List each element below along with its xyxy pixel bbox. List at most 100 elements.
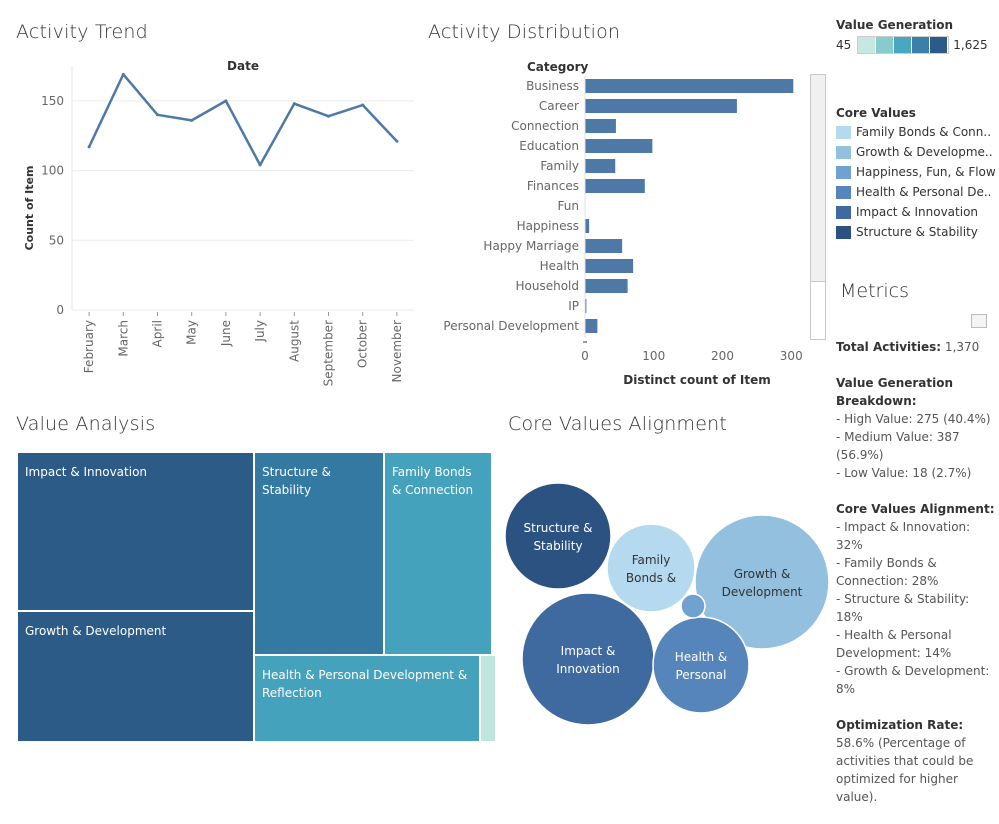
core-values-legend-item[interactable]: Happiness, Fun, & Flow (836, 162, 996, 182)
treemap-cell[interactable] (480, 655, 496, 742)
bar-category-label: Family (540, 159, 579, 173)
core-align-line: - Structure & Stability: 18% (836, 592, 970, 624)
bar-category-label: Household (515, 279, 579, 293)
legend-label: Happiness, Fun, & Flow (856, 165, 996, 179)
line-x-tick-label: June (219, 320, 233, 347)
value-gen-line: - High Value: 275 (40.4%) (836, 412, 991, 426)
legend-label: Family Bonds & Conn.. (856, 125, 992, 139)
treemap-cell[interactable]: Impact & Innovation (17, 452, 254, 611)
bar (585, 139, 653, 153)
value-generation-swatch (912, 37, 931, 53)
core-align-line: - Growth & Development: 8% (836, 664, 990, 696)
metrics-panel: Total Activities: 1,370 Value Generation… (836, 338, 996, 824)
core-values-bubble-chart[interactable]: Structure & StabilityFamily Bonds & Growth … (495, 480, 830, 740)
line-x-tick-label: March (116, 320, 130, 357)
legend-swatch (836, 145, 851, 159)
line-point (121, 72, 125, 76)
core-values-legend-title: Core Values (836, 106, 916, 120)
line-y-tick-label: 0 (56, 303, 64, 317)
core-values-alignment-title: Core Values Alignment (508, 413, 728, 435)
line-x-axis-title: Date (227, 59, 259, 73)
value-generation-swatch (894, 37, 913, 53)
line-point (395, 139, 399, 143)
distribution-scrollbar[interactable] (810, 74, 826, 340)
bubble (521, 592, 655, 726)
core-values-legend-item[interactable]: Structure & Stability (836, 222, 996, 242)
bar-x-tick-label: 300 (780, 349, 803, 363)
line-y-tick-label: 150 (41, 94, 64, 108)
treemap-cell[interactable]: Growth & Development (17, 611, 254, 742)
core-align-line: - Family Bonds & Connection: 28% (836, 556, 939, 588)
legend-swatch (836, 205, 851, 219)
value-generation-legend: Value Generation 45 1,625 (836, 18, 988, 54)
activity-distribution-chart[interactable]: Category Business Career Connection Educatio… (420, 50, 810, 395)
value-analysis-treemap[interactable]: Impact & Innovation Growth & Development S… (17, 452, 496, 742)
line-x-tick-label: October (356, 320, 370, 368)
value-analysis-title: Value Analysis (16, 413, 156, 435)
bar-category-label: IP (568, 299, 579, 313)
bar-x-axis-title: Distinct count of Item (623, 373, 770, 387)
line-x-tick-label: February (82, 320, 96, 373)
activity-trend-chart[interactable]: Date Count of Item 0 50 100 150 February March A… (0, 50, 420, 390)
line-x-tick-label: September (322, 320, 336, 386)
line-point (190, 118, 194, 122)
treemap-cell-label: Growth & Development (25, 624, 167, 638)
bubble (652, 616, 750, 714)
bar (585, 79, 794, 93)
value-gen-line: - Medium Value: 387 (56.9%) (836, 430, 960, 462)
line-point (224, 99, 228, 103)
core-values-legend-item[interactable]: Family Bonds & Conn.. (836, 122, 996, 142)
bar-x-tick-label: 200 (711, 349, 734, 363)
bar (585, 99, 737, 113)
line-y-tick-label: 50 (49, 233, 64, 247)
treemap-cell[interactable]: Structure & Stability (254, 452, 384, 655)
distribution-scroll-thumb[interactable] (811, 75, 825, 282)
legend-label: Growth & Developme.. (856, 145, 993, 159)
line-x-tick-label: November (390, 320, 404, 382)
activity-trend-title: Activity Trend (16, 21, 148, 43)
legend-swatch (836, 125, 851, 139)
core-values-legend-item[interactable]: Impact & Innovation (836, 202, 996, 222)
bar-x-tick-label: 100 (642, 349, 665, 363)
treemap-cell-label: Family Bonds & Connection (392, 465, 474, 497)
core-values-legend: Core Values Family Bonds & Conn.. Growth … (836, 106, 996, 242)
legend-label: Structure & Stability (856, 225, 978, 239)
value-generation-swatch (930, 37, 949, 53)
treemap-cell[interactable]: Family Bonds & Connection (384, 452, 492, 655)
bar-category-label: Health (540, 259, 579, 273)
optimization-rate: Optimization Rate: 58.6% (Percentage of … (836, 716, 996, 806)
value-generation-swatch (876, 37, 895, 53)
legend-label: Impact & Innovation (856, 205, 979, 219)
core-align-line: - Impact & Innovation: 32% (836, 520, 971, 552)
total-activities-value: 1,370 (944, 340, 980, 354)
treemap-cell-label: Health & Personal Development & Reflecti… (262, 668, 468, 700)
line-x-tick-label: May (185, 320, 199, 345)
bar (585, 219, 590, 233)
total-activities: Total Activities: 1,370 (836, 338, 996, 356)
bar (585, 279, 628, 293)
core-values-legend-item[interactable]: Health & Personal De.. (836, 182, 996, 202)
opt-value: 58.6% (836, 736, 875, 750)
bar (585, 319, 598, 333)
metrics-toggle-box[interactable] (971, 314, 987, 328)
bar-category-label: Happiness (517, 219, 579, 233)
bar (585, 119, 616, 133)
bar-x-tick-label: 0 (581, 349, 589, 363)
line-y-axis-title: Count of Item (23, 166, 36, 251)
bar (585, 159, 616, 173)
value-generation-breakdown: Value Generation Breakdown: - High Value… (836, 374, 996, 482)
value-generation-swatch (858, 37, 877, 53)
line-point (361, 103, 365, 107)
bar (585, 259, 634, 273)
bubble (606, 523, 696, 613)
legend-label: Health & Personal De.. (856, 185, 992, 199)
value-generation-legend-title: Value Generation (836, 18, 954, 32)
line-point (156, 113, 159, 117)
bar-category-label: Fun (558, 199, 579, 213)
treemap-cell-label: Structure & Stability (262, 465, 331, 497)
treemap-cell[interactable]: Health & Personal Development & Reflecti… (254, 655, 480, 742)
bar-category-label: Personal Development (443, 319, 579, 333)
line-x-tick-label: August (287, 320, 301, 362)
line-point (258, 163, 262, 167)
core-values-legend-item[interactable]: Growth & Developme.. (836, 142, 996, 162)
